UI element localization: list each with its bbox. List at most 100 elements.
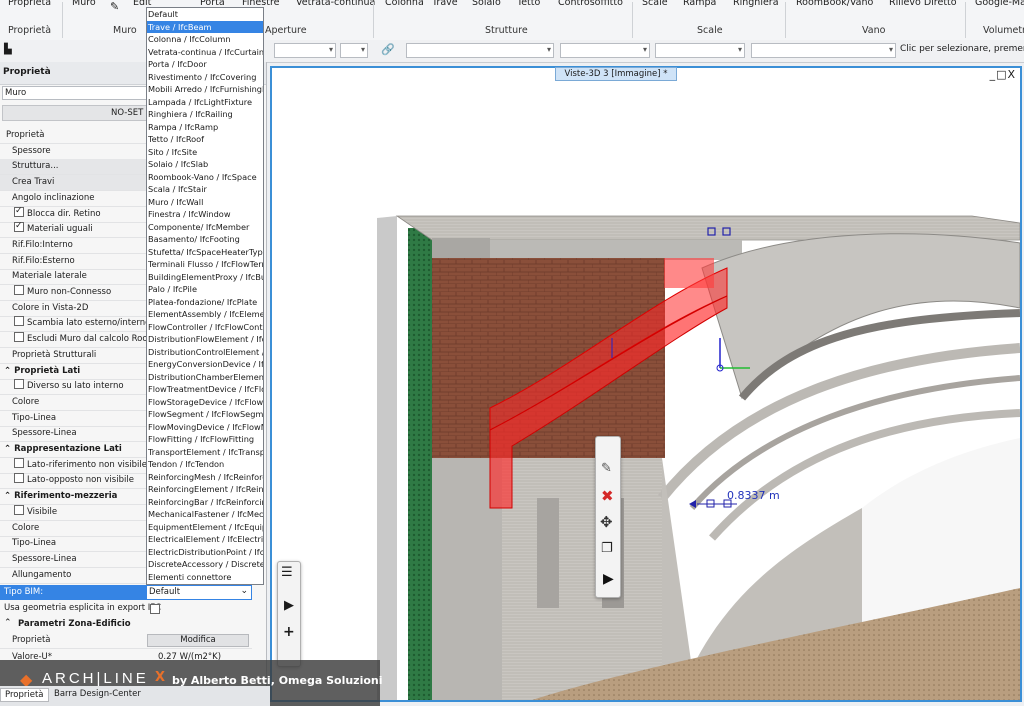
property-row[interactable]: ⌃ Rappresentazione Lati [0,442,146,458]
viewport-tab-title[interactable]: Viste-3D 3 [Immagine] * [555,67,677,81]
dropdown-option[interactable]: Trave / IfcBeam [147,20,263,33]
layer-icon[interactable]: ▙ [4,44,12,55]
dropdown-option[interactable]: Sito / IfcSite [147,146,263,159]
dropdown-option[interactable]: ElectricDistributionPoint / IfcEle [147,546,263,559]
dropdown-option[interactable]: MechanicalFastener / IfcMecha [147,508,263,521]
dropdown-option[interactable]: Porta / IfcDoor [147,58,263,71]
property-row[interactable]: Materiali uguali [0,222,146,239]
copy-icon[interactable]: ❐ [601,541,613,556]
property-row[interactable]: Tipo-Linea [0,536,158,553]
dropdown-option[interactable]: BuildingElementProxy / IfcBuildi [147,271,263,284]
checkbox[interactable] [14,285,24,295]
dropdown-option[interactable]: Basamento/ IfcFooting [147,233,263,246]
plus-icon[interactable]: + [283,624,295,640]
ribbon-ringhiera[interactable]: Ringhiera [733,0,779,8]
play-icon[interactable]: ▶ [284,598,294,613]
ribbon-trave[interactable]: Trave [432,0,458,8]
dropdown-option[interactable]: Scala / IfcStair [147,183,263,196]
property-row[interactable]: Scambia lato esterno/interno [0,316,146,333]
list-icon[interactable]: ☰ [281,565,293,580]
property-row[interactable]: Proprietà Strutturali [0,348,158,364]
property-row[interactable]: Proprietà [0,128,152,144]
dropdown-option[interactable]: ElementAssembly / IfcElementA [147,308,263,321]
checkbox[interactable] [14,206,24,219]
dropdown-option[interactable]: Rivestimento / IfcCovering [147,71,263,84]
dropdown-option[interactable]: Default [147,8,263,21]
dropdown-option[interactable]: FlowSegment / IfcFlowSegmen [147,408,263,421]
dropdown-option[interactable]: Terminali Flusso / IfcFlowTermin [147,258,263,271]
tipo-bim-select[interactable]: Default ⌄ [146,585,252,600]
model-render[interactable] [272,68,1020,700]
dropdown-option[interactable]: Colonna / IfcColumn [147,33,263,46]
collapse-icon[interactable]: ⌃ [4,366,14,376]
dropdown-option[interactable]: ReinforcingElement / IfcReinfor [147,483,263,496]
ifc-geometry-checkbox[interactable] [150,604,160,614]
modifica-button[interactable]: Modifica [147,634,249,647]
property-row[interactable]: Spessore-Linea [0,426,158,443]
ribbon-muro[interactable]: Muro [72,0,96,8]
property-row[interactable]: Allungamento [0,568,158,584]
property-row[interactable]: Rif.Filo:Esterno [0,254,158,270]
property-row[interactable]: Colore in Vista-2D [0,301,158,317]
viewport-3d[interactable]: 0.8337 m _□X ✎ ✖ ✥ ❐ ▶ ☰ ▶ + [270,66,1022,702]
dropdown-option[interactable]: FlowController / IfcFlowControl [147,321,263,334]
ribbon-rampa[interactable]: Rampa [683,0,716,8]
ribbon-proprieta[interactable]: Proprietà [8,0,51,8]
property-row[interactable]: Lato-riferimento non visibile [0,457,146,474]
property-row[interactable]: Rif.Filo:Interno [0,238,158,254]
dropdown-option[interactable]: Stufetta/ IfcSpaceHeaterType [147,246,263,259]
pencil-icon[interactable]: ✎ [110,0,119,13]
property-row[interactable]: Lato-opposto non visibile [0,473,146,490]
ribbon-scale[interactable]: Scale [642,0,668,8]
collapse-icon[interactable]: ⌃ [4,491,14,501]
dropdown-option[interactable]: FlowTreatmentDevice / IfcFlow [147,383,263,396]
ribbon-solaio[interactable]: Solaio [472,0,501,8]
bim-type-dropdown-list[interactable]: Default Trave / IfcBeam Colonna / IfcColum… [146,7,264,585]
ribbon-tetto[interactable]: Tetto [517,0,540,8]
checkbox[interactable] [14,332,24,343]
dropdown-option[interactable]: EquipmentElement / IfcEquipme [147,521,263,534]
collapse-icon[interactable]: ⌃ [4,444,14,454]
property-row[interactable]: Materiale laterale [0,269,158,286]
ribbon-vetrata[interactable]: Vetrata-continua [296,0,375,8]
dropdown-option[interactable]: TransportElement / IfcTranspor [147,446,263,459]
command-input[interactable]: ▾ [751,43,896,58]
ribbon-google-maps[interactable]: Google-Ma [975,0,1024,8]
dropdown-option[interactable]: FlowMovingDevice / IfcFlowMo [147,421,263,434]
property-row[interactable]: Muro non-Connesso [0,285,146,301]
dropdown-option[interactable]: DiscreteAccessory / DiscreteAc [147,558,263,571]
property-row[interactable]: Colore [0,521,158,537]
dropdown-option[interactable]: FlowFitting / IfcFlowFitting [147,433,263,446]
dropdown-option[interactable]: Mobili Arredo / IfcFurnishingEle [147,83,263,96]
ribbon-controsoffitto[interactable]: Controsoffitto [558,0,623,8]
dropdown-option[interactable]: Rampa / IfcRamp [147,121,263,134]
property-row[interactable]: Struttura... [0,159,158,176]
dropdown-option[interactable]: Ringhiera / IfcRailing [147,108,263,121]
dropdown-option[interactable]: ReinforcingMesh / IfcReinforcin [147,471,263,484]
checkbox[interactable] [14,316,24,327]
dropdown-option[interactable]: Finestra / IfcWindow [147,208,263,221]
combo-box[interactable]: ▾ [560,43,650,58]
dropdown-option[interactable]: DistributionFlowElement / IfcDis [147,333,263,346]
property-row[interactable]: ⌃ Proprietà Lati [0,364,146,380]
dropdown-option[interactable]: FlowStorageDevice / IfcFlowSt [147,396,263,409]
property-row[interactable]: ⌃ Riferimento-mezzeria [0,489,146,506]
dropdown-option[interactable]: Solaio / IfcSlab [147,158,263,171]
dropdown-option[interactable]: Palo / IfcPile [147,283,263,296]
checkbox[interactable] [14,379,24,390]
property-row[interactable]: Tipo-Linea [0,411,158,427]
checkbox[interactable] [14,457,24,468]
dropdown-option[interactable]: Platea-fondazione/ IfcPlate [147,296,263,309]
dropdown-option[interactable]: ElectricalElement / IfcElectricalE [147,533,263,546]
dropdown-option[interactable]: Vetrata-continua / IfcCurtainW [147,46,263,59]
property-row[interactable]: Escludi Muro dal calcolo Roombo [0,332,146,349]
property-row[interactable]: Angolo inclinazione [0,191,158,207]
pencil-icon[interactable]: ✎ [601,461,612,476]
dropdown-option[interactable]: DistributionChamberElement / I [147,371,263,384]
tab-proprieta[interactable]: Proprietà [0,688,49,702]
tab-design-center[interactable]: Barra Design-Center [54,689,141,699]
combo-box[interactable]: ▾ [655,43,745,58]
property-row[interactable]: Diverso su lato interno [0,379,146,396]
property-row[interactable]: Crea Travi [0,175,158,192]
combo-box[interactable]: ▾ [340,43,368,58]
